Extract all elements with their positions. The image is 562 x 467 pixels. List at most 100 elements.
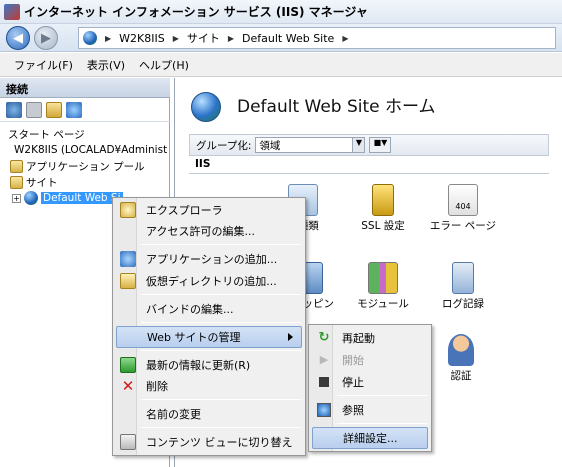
menu-label: アクセス許可の編集... [146,225,255,238]
expand-icon[interactable]: + [12,193,21,203]
forward-button[interactable]: ▶ [34,26,58,50]
tree-item-app-pools[interactable]: アプリケーション プール [10,158,145,174]
menu-label: 参照 [342,404,364,417]
start-icon: ▶ [319,353,329,366]
disconnect-icon[interactable] [66,101,82,118]
menu-view[interactable]: 表示(V) [87,57,125,73]
menu-item-manage-website[interactable]: Web サイトの管理 [116,326,302,348]
submenu-item-stop[interactable]: 停止 [312,371,428,393]
menu-item-add-vdir[interactable]: 仮想ディレクトリの追加... [116,270,302,292]
feature-logging[interactable]: ログ記録 [423,262,503,311]
menu-item-edit-bindings[interactable]: バインドの編集... [116,298,302,320]
browse-icon [317,403,331,417]
explore-icon [120,202,136,218]
tree-item-sites[interactable]: サイト [10,174,58,190]
chevron-right-icon[interactable]: ▶ [228,34,234,43]
breadcrumb-sites[interactable]: サイト [187,30,220,46]
menu-bar: ファイル(F) 表示(V) ヘルプ(H) [0,53,562,77]
tree-item-start-page[interactable]: スタート ページ [8,126,85,142]
connections-header: 接続 [0,78,170,98]
feature-ssl[interactable]: SSL 設定 [343,184,423,233]
manage-website-submenu: ↻ 再起動 ▶ 開始 停止 参照 詳細設定... [308,324,432,452]
menu-item-rename[interactable]: 名前の変更 [116,403,302,425]
error-code-badge: 404 [455,202,471,211]
stop-icon [319,377,329,387]
feature-label: SSL 設定 [361,220,405,232]
menu-label: 仮想ディレクトリの追加... [146,275,277,288]
groupby-select[interactable]: 領域 ▼ [255,137,366,153]
menu-file[interactable]: ファイル(F) [14,57,73,73]
error-404-icon: 404 [448,184,478,216]
modules-icon [368,262,398,294]
feature-authentication[interactable]: 認証 [421,334,501,383]
section-iis: IIS [189,158,549,174]
connections-toolbar [0,98,170,122]
delete-icon: ✕ [121,377,135,395]
breadcrumb-server[interactable]: W2K8IIS [119,32,165,45]
groupby-label: グループ化: [196,139,252,152]
globe-icon [83,31,97,45]
sites-folder-icon [10,175,23,189]
breadcrumb-site[interactable]: Default Web Site [242,32,334,45]
authentication-icon [448,334,474,366]
tree-item-server[interactable]: W2K8IIS (LOCALAD¥Administ [14,142,167,158]
feature-error-pages[interactable]: 404 エラー ページ [423,184,503,233]
menu-item-content-view[interactable]: コンテンツ ビューに切り替え [116,431,302,453]
menu-label: アプリケーションの追加... [146,253,278,266]
menu-label: 名前の変更 [146,408,201,421]
feature-label: ログ記録 [442,298,484,310]
feature-modules[interactable]: モジュール [343,262,423,311]
tree-item-default-site[interactable]: + Default Web Si [12,190,123,206]
menu-label: 停止 [342,376,364,389]
submenu-item-restart[interactable]: ↻ 再起動 [312,327,428,349]
add-virtual-directory-icon [120,273,136,289]
menu-item-explore[interactable]: エクスプローラ [116,199,302,221]
lock-icon [372,184,394,216]
menu-item-edit-permissions[interactable]: アクセス許可の編集... [116,220,302,242]
connect-icon[interactable] [6,101,22,118]
groupby-value: 領域 [259,139,281,152]
menu-label: 詳細設定... [343,432,398,445]
menu-separator [141,294,301,295]
menu-label: Web サイトの管理 [147,331,241,344]
menu-label: エクスプローラ [146,204,223,217]
window-title: インターネット インフォメーション サービス (IIS) マネージャ [24,5,368,19]
menu-label: バインドの編集... [146,303,234,316]
context-menu: エクスプローラ アクセス許可の編集... アプリケーションの追加... 仮想ディ… [112,197,306,456]
address-bar[interactable]: ▶ W2K8IIS ▶ サイト ▶ Default Web Site ▶ [78,27,556,49]
menu-item-add-application[interactable]: アプリケーションの追加... [116,248,302,270]
chevron-down-icon: ▼ [352,138,365,152]
tree-label: W2K8IIS (LOCALAD¥Administ [14,144,168,156]
chevron-right-icon[interactable]: ▶ [342,34,348,43]
save-icon[interactable] [26,101,42,118]
back-button[interactable]: ◀ [6,26,30,50]
page-title: Default Web Site ホーム [237,97,436,117]
globe-icon [24,191,38,205]
menu-item-refresh[interactable]: 最新の情報に更新(R) [116,354,302,376]
app-pool-icon [10,159,23,173]
content-view-icon [120,434,136,450]
tree-label: アプリケーション プール [26,160,145,173]
menu-item-delete[interactable]: ✕ 削除 [116,375,302,397]
submenu-item-browse[interactable]: 参照 [312,399,428,421]
logging-icon [452,262,474,294]
groupby-bar: グループ化: 領域 ▼ ■▼ [189,134,549,156]
add-application-icon [120,251,136,267]
address-row: ◀ ▶ ▶ W2K8IIS ▶ サイト ▶ Default Web Site ▶ [0,24,562,52]
menu-help[interactable]: ヘルプ(H) [139,57,189,73]
menu-separator [141,322,301,323]
chevron-right-icon: ▶ [105,33,112,43]
submenu-item-start: ▶ 開始 [312,349,428,371]
handler-mappings-icon [303,262,323,294]
refresh-icon [120,357,136,373]
menu-label: 開始 [342,354,364,367]
view-mode-button[interactable]: ■▼ [369,137,392,153]
feature-label: エラー ページ [429,220,497,232]
up-folder-icon[interactable] [46,101,62,118]
menu-separator [141,350,301,351]
tree-label: サイト [26,176,58,189]
menu-label: コンテンツ ビューに切り替え [146,436,293,449]
submenu-item-advanced-settings[interactable]: 詳細設定... [312,427,428,449]
feature-label: モジュール [357,298,409,310]
chevron-right-icon[interactable]: ▶ [173,34,179,43]
